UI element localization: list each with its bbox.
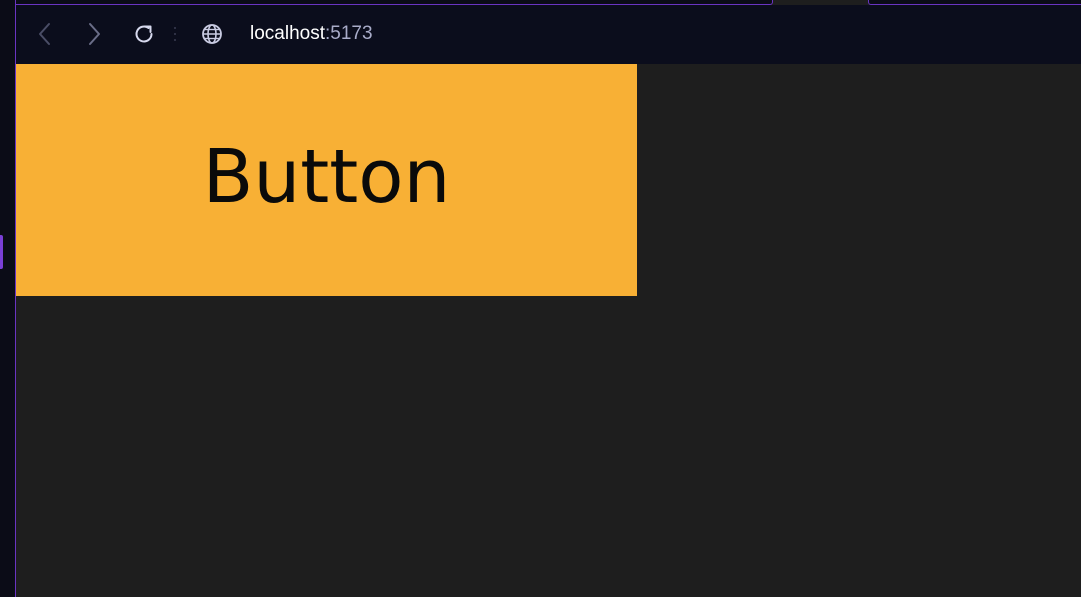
side-panel-handle[interactable] (0, 235, 3, 269)
address-port: :5173 (325, 23, 373, 44)
address-host: localhost (250, 23, 325, 44)
left-window-strip (0, 0, 15, 597)
browser-toolbar: localhost:5173 (16, 5, 1081, 64)
reload-icon (135, 25, 153, 43)
toolbar-separator (174, 27, 176, 41)
chevron-right-icon (89, 23, 100, 45)
address-bar[interactable]: localhost:5173 (250, 23, 373, 45)
site-info-button[interactable] (199, 21, 225, 47)
forward-button[interactable] (79, 19, 109, 49)
back-button[interactable] (30, 19, 60, 49)
main-button[interactable]: Button (16, 64, 637, 296)
globe-icon (202, 24, 222, 44)
chevron-left-icon (39, 23, 50, 45)
browser-window: localhost:5173 Button (15, 0, 1081, 597)
reload-button[interactable] (129, 19, 159, 49)
page-content: Button (16, 64, 1081, 597)
